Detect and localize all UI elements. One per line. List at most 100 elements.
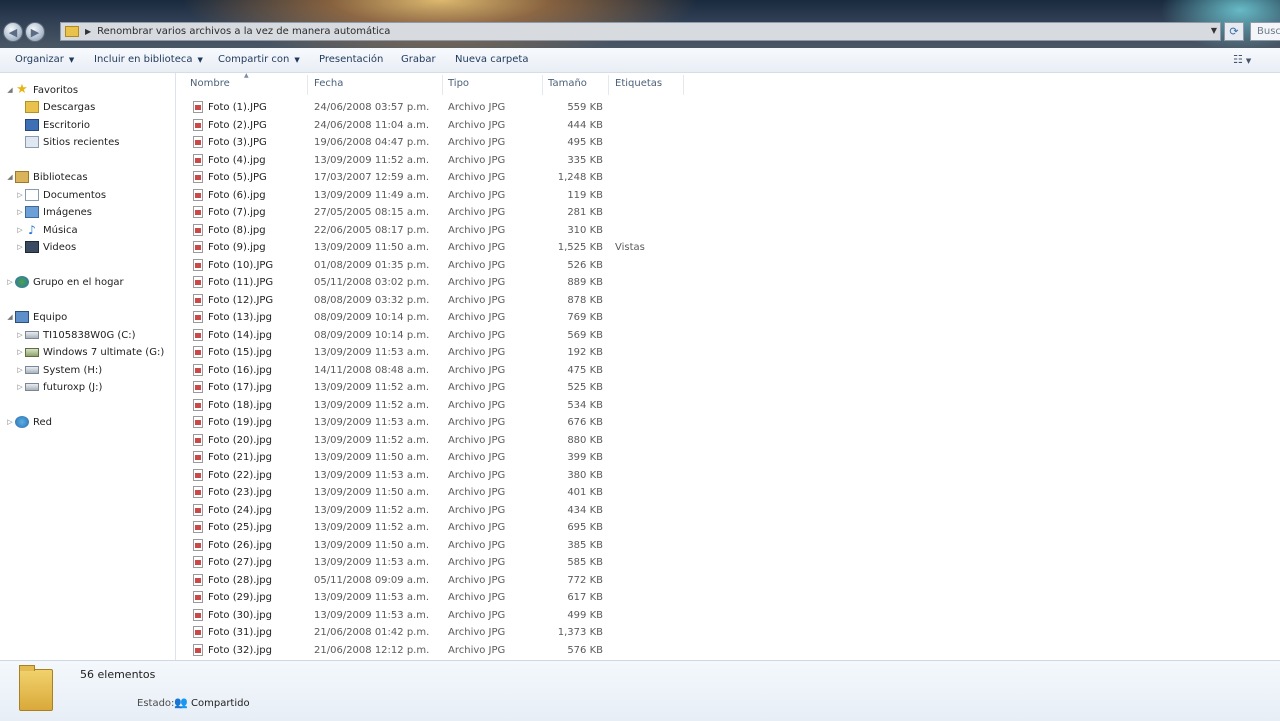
expand-icon[interactable]: ▷ xyxy=(15,331,25,339)
file-row[interactable]: Foto (17).jpg 13/09/2009 11:52 a.m. Archiv… xyxy=(190,379,830,396)
file-row[interactable]: Foto (13).jpg 08/09/2009 10:14 p.m. Archiv… xyxy=(190,309,830,326)
file-row[interactable]: Foto (8).jpg 22/06/2005 08:17 p.m. Archivo… xyxy=(190,222,830,239)
file-row[interactable]: Foto (3).JPG 19/06/2008 04:47 p.m. Archivo… xyxy=(190,134,830,151)
column-divider[interactable] xyxy=(683,75,684,95)
column-divider[interactable] xyxy=(442,75,443,95)
file-size: 526 KB xyxy=(567,259,603,271)
file-date: 05/11/2008 09:09 a.m. xyxy=(314,574,430,586)
item-count: 56 elementos xyxy=(80,668,156,681)
column-divider[interactable] xyxy=(542,75,543,95)
file-row[interactable]: Foto (28).jpg 05/11/2008 09:09 a.m. Archiv… xyxy=(190,572,830,589)
column-divider[interactable] xyxy=(307,75,308,95)
column-header-etiquetas[interactable]: Etiquetas xyxy=(615,78,662,89)
expand-icon[interactable]: ▷ xyxy=(15,383,25,391)
refresh-button[interactable]: ⟳ xyxy=(1224,22,1244,41)
organizar-button[interactable]: Organizar ▼ xyxy=(15,54,74,65)
file-row[interactable]: Foto (4).jpg 13/09/2009 11:52 a.m. Archivo… xyxy=(190,152,830,169)
expand-icon[interactable]: ▷ xyxy=(15,243,25,251)
collapse-icon[interactable]: ◢ xyxy=(5,173,15,181)
file-row[interactable]: Foto (12).JPG 08/08/2009 03:32 p.m. Archiv… xyxy=(190,292,830,309)
expand-icon[interactable]: ▷ xyxy=(15,208,25,216)
file-name: Foto (9).jpg xyxy=(208,242,266,253)
nav-drive-g[interactable]: ▷ Windows 7 ultimate (G:) xyxy=(15,344,164,360)
nueva-carpeta-button[interactable]: Nueva carpeta xyxy=(455,54,528,65)
file-row[interactable]: Foto (25).jpg 13/09/2009 11:52 a.m. Archiv… xyxy=(190,519,830,536)
file-row[interactable]: Foto (16).jpg 14/11/2008 08:48 a.m. Archiv… xyxy=(190,362,830,379)
nav-documentos[interactable]: ▷ Documentos xyxy=(15,187,106,203)
column-divider[interactable] xyxy=(608,75,609,95)
incluir-biblioteca-button[interactable]: Incluir en biblioteca ▼ xyxy=(94,54,203,65)
back-button[interactable]: ◀ xyxy=(3,22,23,42)
file-size: 495 KB xyxy=(567,137,603,148)
nav-drive-h[interactable]: ▷ System (H:) xyxy=(15,362,102,378)
file-row[interactable]: Foto (18).jpg 13/09/2009 11:52 a.m. Archiv… xyxy=(190,397,830,414)
file-row[interactable]: Foto (27).jpg 13/09/2009 11:53 a.m. Archiv… xyxy=(190,554,830,571)
address-bar[interactable]: ▶ Renombrar varios archivos a la vez de … xyxy=(60,22,1221,41)
nav-red[interactable]: ▷ Red xyxy=(5,414,52,430)
nav-favoritos[interactable]: ◢ ★ Favoritos xyxy=(5,82,78,98)
nav-escritorio[interactable]: Escritorio xyxy=(15,117,90,133)
compartir-button[interactable]: Compartir con ▼ xyxy=(218,54,300,65)
collapse-icon[interactable]: ◢ xyxy=(5,86,15,94)
nav-grupo-hogar[interactable]: ▷ Grupo en el hogar xyxy=(5,274,124,290)
file-row[interactable]: Foto (22).jpg 13/09/2009 11:53 a.m. Archiv… xyxy=(190,467,830,484)
nav-equipo[interactable]: ◢ Equipo xyxy=(5,309,67,325)
file-row[interactable]: Foto (6).jpg 13/09/2009 11:49 a.m. Archivo… xyxy=(190,187,830,204)
forward-button[interactable]: ▶ xyxy=(25,22,45,42)
file-row[interactable]: Foto (15).jpg 13/09/2009 11:53 a.m. Archiv… xyxy=(190,344,830,361)
nav-drive-c[interactable]: ▷ TI105838W0G (C:) xyxy=(15,327,135,343)
collapse-icon[interactable]: ◢ xyxy=(5,313,15,321)
column-header-tamano[interactable]: Tamaño xyxy=(548,78,587,89)
jpg-file-icon xyxy=(193,276,203,288)
nav-musica[interactable]: ▷ ♪ Música xyxy=(15,222,77,238)
grabar-button[interactable]: Grabar xyxy=(401,54,436,65)
file-row[interactable]: Foto (1).JPG 24/06/2008 03:57 p.m. Archivo… xyxy=(190,99,830,116)
file-row[interactable]: Foto (10).JPG 01/08/2009 01:35 p.m. Archiv… xyxy=(190,257,830,274)
expand-icon[interactable]: ▷ xyxy=(15,366,25,374)
file-row[interactable]: Foto (7).jpg 27/05/2005 08:15 a.m. Archivo… xyxy=(190,204,830,221)
file-row[interactable]: Foto (19).jpg 13/09/2009 11:53 a.m. Archiv… xyxy=(190,414,830,431)
jpg-file-icon xyxy=(193,416,203,428)
expand-icon[interactable]: ▷ xyxy=(5,418,15,426)
address-dropdown-icon[interactable]: ▼ xyxy=(1211,26,1217,35)
expand-icon[interactable]: ▷ xyxy=(15,226,25,234)
nav-label: Bibliotecas xyxy=(33,171,88,183)
file-row[interactable]: Foto (14).jpg 08/09/2009 10:14 p.m. Archiv… xyxy=(190,327,830,344)
nav-drive-j[interactable]: ▷ futuroxp (J:) xyxy=(15,379,102,395)
file-date: 13/09/2009 11:52 a.m. xyxy=(314,504,430,516)
expand-icon[interactable]: ▷ xyxy=(15,191,25,199)
file-name: Foto (20).jpg xyxy=(208,434,272,446)
column-header-fecha[interactable]: Fecha xyxy=(314,78,343,89)
file-row[interactable]: Foto (23).jpg 13/09/2009 11:50 a.m. Archiv… xyxy=(190,484,830,501)
file-row[interactable]: Foto (24).jpg 13/09/2009 11:52 a.m. Archiv… xyxy=(190,502,830,519)
column-header-tipo[interactable]: Tipo xyxy=(448,78,469,89)
file-row[interactable]: Foto (11).JPG 05/11/2008 03:02 p.m. Archiv… xyxy=(190,274,830,291)
expand-icon[interactable]: ▷ xyxy=(5,278,15,286)
nav-descargas[interactable]: Descargas xyxy=(15,99,95,115)
nav-bibliotecas[interactable]: ◢ Bibliotecas xyxy=(5,169,88,185)
nav-videos[interactable]: ▷ Videos xyxy=(15,239,76,255)
file-size: 475 KB xyxy=(567,364,603,376)
file-row[interactable]: Foto (31).jpg 21/06/2008 01:42 p.m. Archiv… xyxy=(190,624,830,641)
expand-icon[interactable]: ▷ xyxy=(15,348,25,356)
file-row[interactable]: Foto (2).JPG 24/06/2008 11:04 a.m. Archivo… xyxy=(190,117,830,134)
file-row[interactable]: Foto (9).jpg 13/09/2009 11:50 a.m. Archivo… xyxy=(190,239,830,256)
search-input[interactable]: Buscar xyxy=(1250,22,1280,41)
file-row[interactable]: Foto (30).jpg 13/09/2009 11:53 a.m. Archiv… xyxy=(190,607,830,624)
jpg-file-icon xyxy=(193,643,203,656)
file-row[interactable]: Foto (26).jpg 13/09/2009 11:50 a.m. Archiv… xyxy=(190,537,830,554)
file-row[interactable]: Foto (5).JPG 17/03/2007 12:59 a.m. Archivo… xyxy=(190,169,830,186)
file-row[interactable]: Foto (20).jpg 13/09/2009 11:52 a.m. Archiv… xyxy=(190,432,830,449)
file-name: Foto (11).JPG xyxy=(208,277,274,288)
column-header-nombre[interactable]: Nombre xyxy=(190,78,230,89)
breadcrumb-separator-icon[interactable]: ▶ xyxy=(85,27,91,36)
breadcrumb-path[interactable]: Renombrar varios archivos a la vez de ma… xyxy=(97,26,390,37)
file-row[interactable]: Foto (21).jpg 13/09/2009 11:50 a.m. Archiv… xyxy=(190,449,830,466)
nav-sitios-recientes[interactable]: Sitios recientes xyxy=(15,134,119,150)
file-row[interactable]: Foto (32).jpg 21/06/2008 12:12 p.m. Archiv… xyxy=(190,642,830,659)
view-options-button[interactable]: ☷ ▼ xyxy=(1233,53,1251,66)
nav-imagenes[interactable]: ▷ Imágenes xyxy=(15,204,92,220)
presentacion-button[interactable]: Presentación xyxy=(319,54,383,65)
file-date: 13/09/2009 11:50 a.m. xyxy=(314,242,430,253)
file-row[interactable]: Foto (29).jpg 13/09/2009 11:53 a.m. Archiv… xyxy=(190,589,830,606)
